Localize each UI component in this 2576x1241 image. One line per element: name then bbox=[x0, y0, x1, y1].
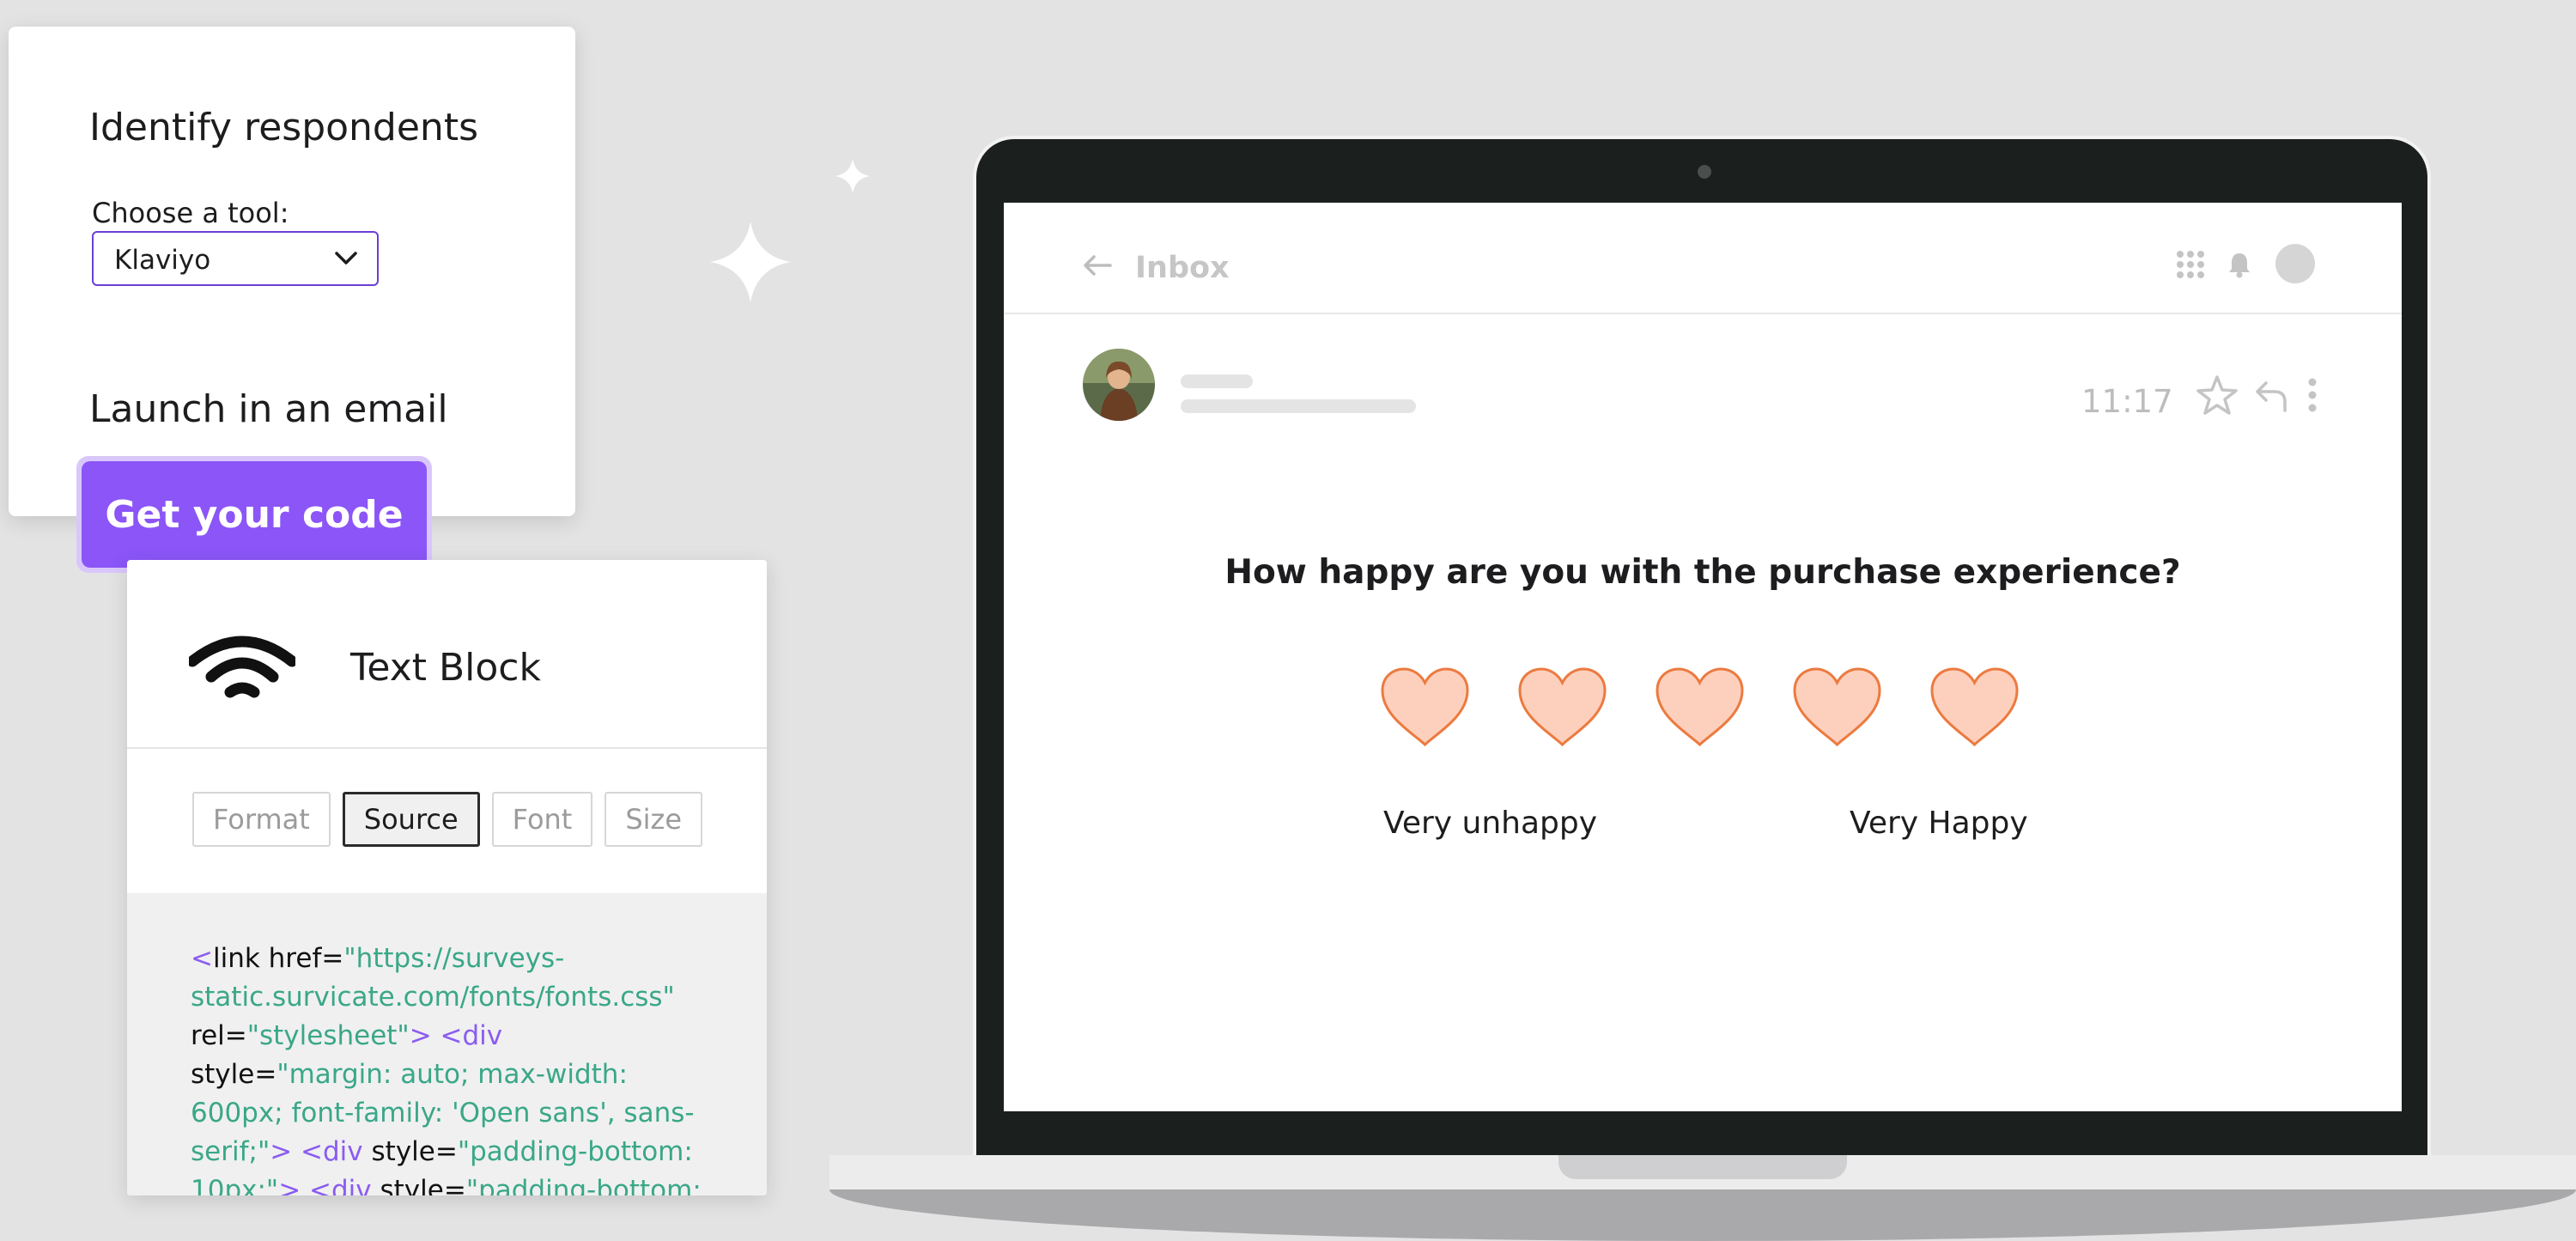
source-code-area[interactable]: <link href="https://surveys-static.survi… bbox=[127, 893, 767, 1195]
code-token: > <div bbox=[278, 1175, 372, 1195]
code-token: link href= bbox=[212, 943, 344, 974]
sparkle-large-icon bbox=[710, 222, 791, 302]
reply-icon[interactable] bbox=[2254, 378, 2288, 412]
tab-source[interactable]: Source bbox=[342, 792, 480, 847]
text-block-title: Text Block bbox=[350, 646, 541, 690]
get-code-button-outline: Get your code bbox=[76, 456, 432, 573]
email-time: 11:17 bbox=[2081, 383, 2173, 420]
code-token: > <div bbox=[270, 1136, 363, 1167]
inbox-label[interactable]: Inbox bbox=[1135, 251, 1230, 285]
text-block-card: Text Block Format Source Font Size <link… bbox=[127, 560, 767, 1195]
camera-icon bbox=[1698, 165, 1711, 179]
choose-tool-label: Choose a tool: bbox=[92, 197, 289, 229]
sparkle-small-icon bbox=[835, 159, 870, 193]
text-block-header: Text Block bbox=[127, 560, 767, 749]
bell-icon[interactable] bbox=[2227, 251, 2252, 278]
apps-grid-icon[interactable] bbox=[2176, 250, 2205, 279]
editor-tabs: Format Source Font Size bbox=[192, 792, 703, 847]
laptop-base-edge bbox=[829, 1189, 2576, 1241]
laptop-notch bbox=[1558, 1155, 1847, 1179]
survey-question: How happy are you with the purchase expe… bbox=[1224, 553, 2181, 592]
code-token: > <div bbox=[409, 1020, 503, 1051]
more-vertical-icon[interactable] bbox=[2307, 378, 2318, 412]
code-token: style= bbox=[362, 1136, 458, 1167]
tool-select-value: Klaviyo bbox=[114, 245, 211, 276]
back-arrow-icon[interactable] bbox=[1083, 254, 1112, 277]
code-token: "stylesheet" bbox=[246, 1020, 410, 1051]
code-token: < bbox=[191, 943, 213, 974]
heart-rating-3-icon[interactable] bbox=[1654, 666, 1746, 748]
tab-format[interactable]: Format bbox=[192, 792, 331, 847]
profile-avatar[interactable] bbox=[2275, 244, 2315, 283]
source-code-text: <link href="https://surveys-static.survi… bbox=[191, 940, 706, 1195]
identify-title: Identify respondents bbox=[89, 106, 478, 149]
tab-size[interactable]: Size bbox=[605, 792, 703, 847]
heart-rating-scale bbox=[1379, 666, 2020, 748]
email-screen: Inbox 11:17 How happy are you with the p… bbox=[1004, 203, 2402, 1111]
wifi-signal-icon bbox=[189, 636, 295, 698]
rating-label-high: Very Happy bbox=[1850, 806, 2028, 841]
sender-photo bbox=[1083, 349, 1155, 421]
tab-font[interactable]: Font bbox=[491, 792, 593, 847]
heart-rating-1-icon[interactable] bbox=[1379, 666, 1471, 748]
identify-respondents-card: Identify respondents Choose a tool: Klav… bbox=[9, 27, 575, 516]
inbox-toolbar: Inbox bbox=[1004, 203, 2402, 314]
get-code-button[interactable]: Get your code bbox=[82, 461, 427, 568]
sender-email-placeholder bbox=[1181, 399, 1416, 413]
code-token: style= bbox=[191, 1059, 277, 1090]
rating-label-low: Very unhappy bbox=[1383, 806, 1598, 841]
launch-email-title: Launch in an email bbox=[89, 387, 448, 431]
heart-rating-5-icon[interactable] bbox=[1929, 666, 2020, 748]
heart-rating-2-icon[interactable] bbox=[1516, 666, 1608, 748]
chevron-down-icon bbox=[335, 252, 357, 265]
heart-rating-4-icon[interactable] bbox=[1791, 666, 1883, 748]
star-icon[interactable] bbox=[2196, 374, 2239, 416]
code-token: style= bbox=[371, 1175, 466, 1195]
sender-name-placeholder bbox=[1181, 374, 1253, 388]
code-token: rel= bbox=[191, 1020, 247, 1051]
tool-select[interactable]: Klaviyo bbox=[92, 231, 379, 286]
sender-avatar bbox=[1083, 349, 1155, 421]
